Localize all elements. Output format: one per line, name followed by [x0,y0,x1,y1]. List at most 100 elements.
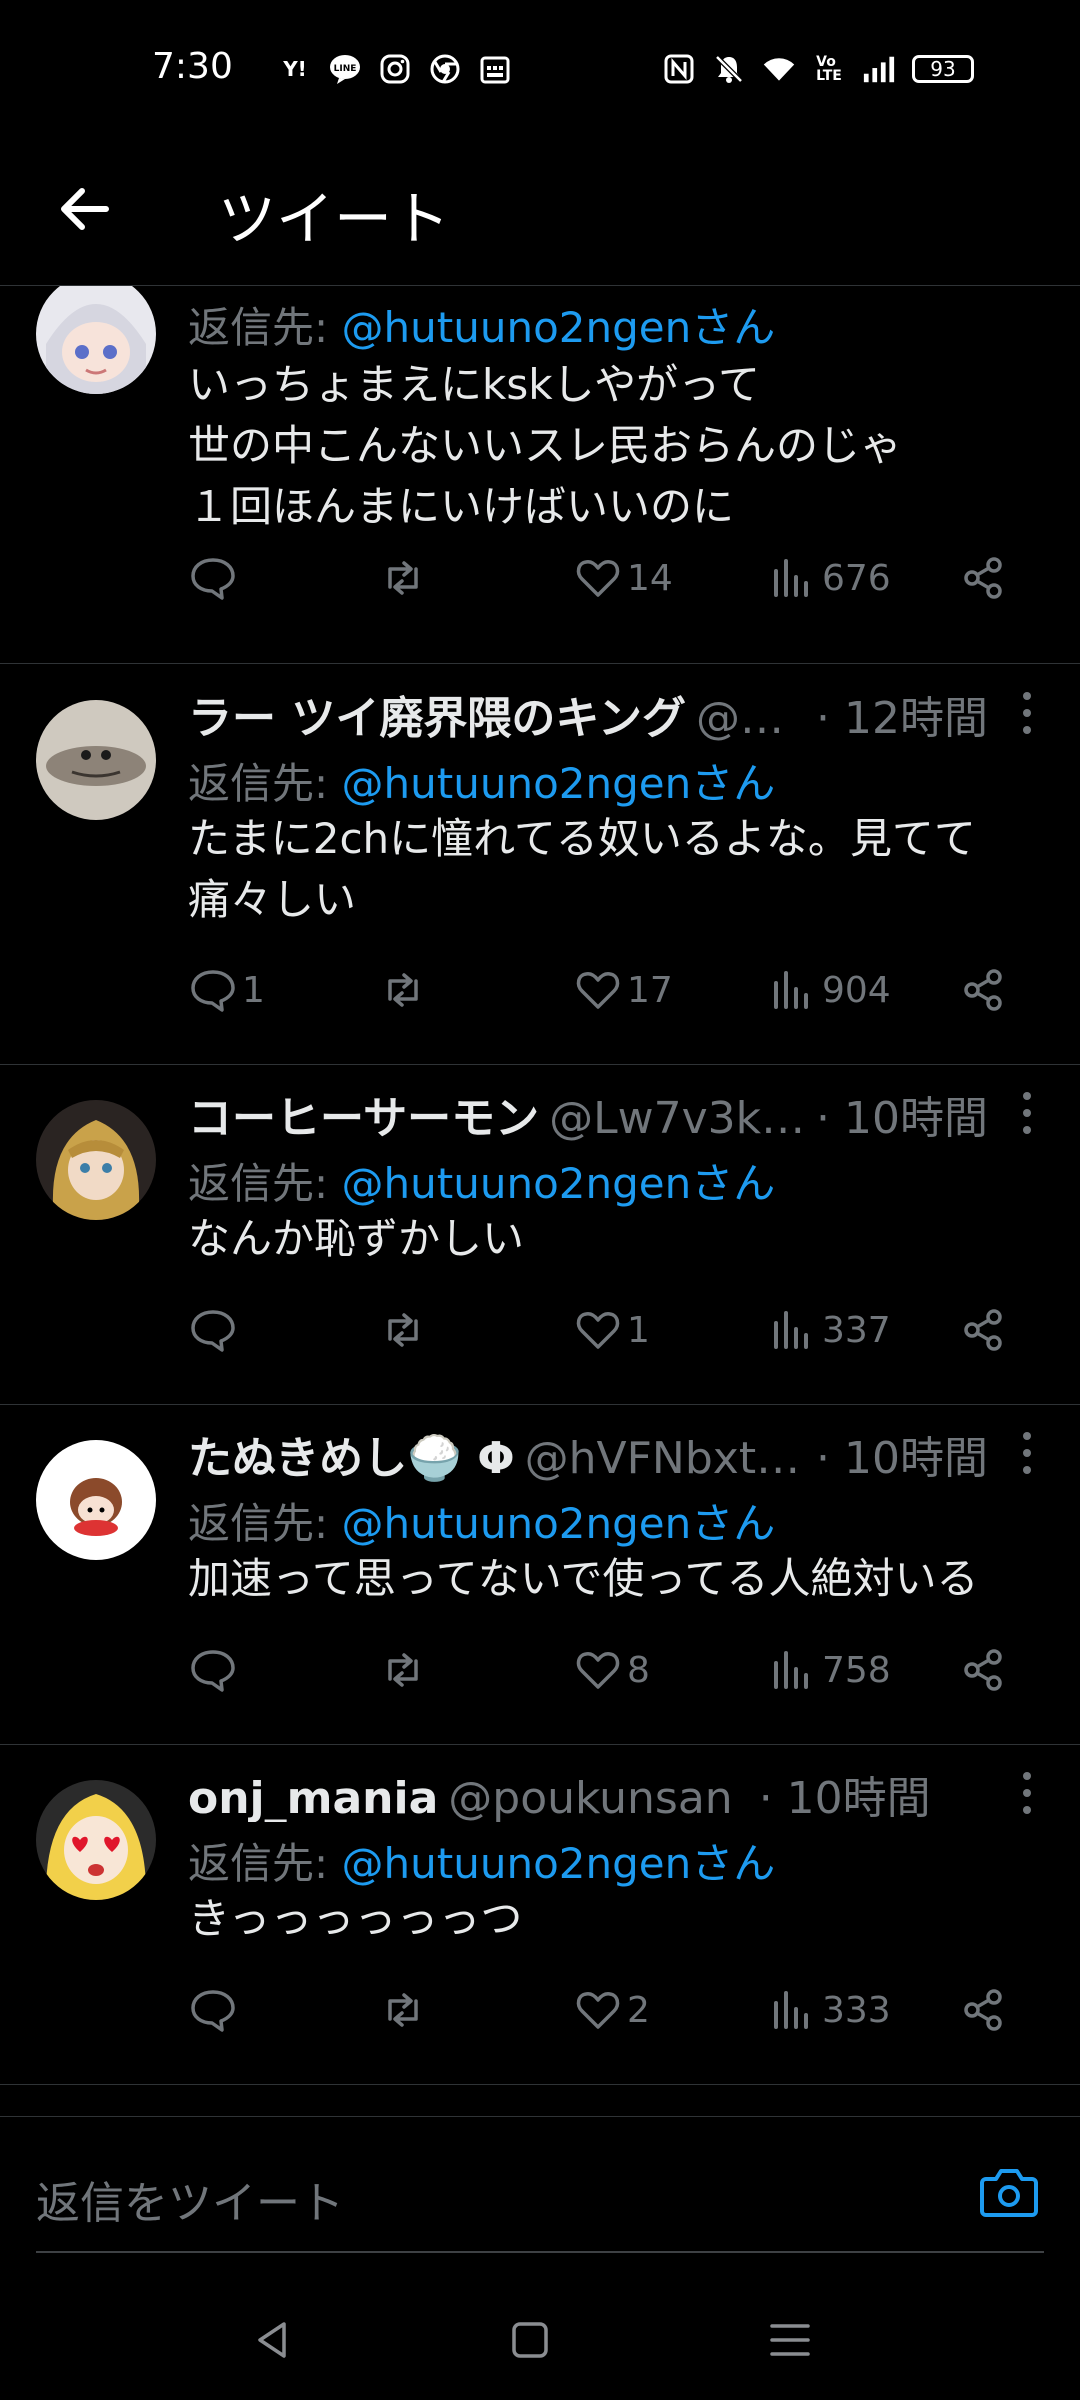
like-button[interactable]: 8 [573,1640,650,1700]
avatar[interactable] [36,286,156,394]
bar-chart-icon [774,1311,808,1349]
like-button[interactable]: 1 [573,1300,650,1360]
view-count: 676 [822,557,891,599]
nfc-icon [662,52,696,86]
reply-button[interactable] [188,1640,242,1700]
views-button[interactable]: 904 [768,960,891,1020]
reply-button[interactable] [188,548,242,608]
user-handle[interactable]: @Lw7v3k… [549,1093,805,1142]
like-count: 8 [627,1649,650,1691]
like-button[interactable]: 2 [573,1980,650,2040]
views-button[interactable]: 337 [768,1300,891,1360]
comment-icon [191,1990,235,2032]
tweet-text-line: たまに2chに憧れてる奴いるよな。見てて [188,814,976,863]
tweet-text-line: 痛々しい [188,875,357,924]
reply-button[interactable] [188,1980,242,2040]
camera-icon [980,2169,1038,2217]
display-name[interactable]: onj_mania [188,1773,438,1822]
avatar[interactable] [36,1100,156,1220]
reply-to-line: 返信先: @hutuuno2ngenさん [188,1490,775,1551]
share-button[interactable] [958,548,1008,608]
bar-chart-icon [774,559,808,597]
reply-prefix: 返信先: [188,303,342,352]
views-button[interactable]: 676 [768,548,891,608]
tweet-item[interactable]: コーヒーサーモン @Lw7v3k… · 10時間 返信先: @hutuuno2ng… [0,1064,1080,1405]
reply-input[interactable]: 返信をツイート [36,2167,344,2231]
reply-mention-link[interactable]: @hutuuno2ngenさん [342,1159,776,1208]
nav-back-button[interactable] [242,2310,302,2370]
tweet-item[interactable]: onj_mania @poukunsan · 10時間 返信先: @hutuuno… [0,1744,1080,2085]
reply-feed[interactable]: 返信先: @hutuuno2ngenさん いっちょまえにkskしやがって 世の中… [0,286,1080,2116]
views-button[interactable]: 333 [768,1980,891,2040]
user-handle[interactable]: @… [696,693,784,742]
share-button[interactable] [958,1980,1008,2040]
tweet-item[interactable]: 返信先: @hutuuno2ngenさん いっちょまえにkskしやがって 世の中… [0,286,1080,664]
view-count: 337 [822,1309,891,1351]
like-count: 2 [627,1989,650,2031]
display-name[interactable]: たぬきめし🍚 Φ [188,1433,515,1482]
back-button[interactable] [50,174,120,244]
arrow-left-icon [61,188,109,230]
share-button[interactable] [958,1640,1008,1700]
chrome-icon [428,52,462,86]
tweet-time: · 10時間 [758,1773,931,1822]
svg-text:LINE: LINE [334,64,357,74]
bar-chart-icon [774,1651,808,1689]
retweet-button[interactable] [378,960,428,1020]
more-options-icon[interactable] [1012,688,1042,738]
retweet-icon [388,1653,418,1687]
reply-mention-link[interactable]: @hutuuno2ngenさん [342,1839,776,1888]
reply-mention-link[interactable]: @hutuuno2ngenさん [342,303,776,352]
reply-mention-link[interactable]: @hutuuno2ngenさん [342,759,776,808]
user-handle[interactable]: @poukunsan [448,1773,732,1822]
tweet-item[interactable]: たぬきめし🍚 Φ @hVFNbxt… · 10時間 返信先: @hutuuno2n… [0,1404,1080,1745]
reply-mention-link[interactable]: @hutuuno2ngenさん [342,1499,776,1548]
more-options-icon[interactable] [1012,1768,1042,1818]
views-button[interactable]: 758 [768,1640,891,1700]
camera-button[interactable] [978,2161,1040,2223]
calendar-icon [478,52,512,86]
more-options-icon[interactable] [1012,1428,1042,1478]
retweet-button[interactable] [378,1980,428,2040]
tweet-actions: 2 333 [188,1980,1028,2040]
like-count: 17 [627,969,673,1011]
tweet-header: コーヒーサーモン @Lw7v3k… · 10時間 [188,1082,988,1142]
heart-icon [576,560,620,597]
reply-button[interactable]: 1 [188,960,265,1020]
reply-button[interactable] [188,1300,242,1360]
share-icon [964,1989,1002,2031]
tweet-actions: 8 758 [188,1640,1028,1700]
system-icons: Vo LTE 93 [662,52,974,86]
tweet-item[interactable]: ラー ツイ廃界隈のキング @… · 12時間 返信先: @hutuuno2ngen… [0,664,1080,1065]
more-options-icon[interactable] [1012,1088,1042,1138]
tweet-actions: 1 337 [188,1300,1028,1360]
page-title: ツイート [218,185,451,253]
avatar[interactable] [36,1780,156,1900]
nav-home-button[interactable] [500,2310,560,2370]
avatar[interactable] [36,700,156,820]
bar-chart-icon [774,971,808,1009]
share-button[interactable] [958,960,1008,1020]
retweet-button[interactable] [378,548,428,608]
comment-icon [191,1650,235,1692]
view-count: 904 [822,969,891,1011]
reply-to-line: 返信先: @hutuuno2ngenさん [188,1830,775,1891]
share-button[interactable] [958,1300,1008,1360]
nav-recents-button[interactable] [760,2310,820,2370]
tweet-text-line: １回ほんまにいけばいいのに [188,482,735,531]
retweet-icon [388,561,418,595]
display-name[interactable]: ラー ツイ廃界隈のキング [188,693,686,742]
retweet-button[interactable] [378,1640,428,1700]
like-button[interactable]: 14 [573,548,673,608]
avatar[interactable] [36,1440,156,1560]
user-handle[interactable]: @hVFNbxt… [525,1433,800,1482]
tweet-text-line: 加速って思ってないで使ってる人絶対いる [188,1554,979,1603]
retweet-button[interactable] [378,1300,428,1360]
reply-count: 1 [242,969,265,1011]
tweet-time: · 10時間 [806,1082,988,1142]
like-button[interactable]: 17 [573,960,673,1020]
view-count: 758 [822,1649,891,1691]
reply-prefix: 返信先: [188,759,342,808]
display-name[interactable]: コーヒーサーモン [188,1093,539,1142]
status-bar: 7:30 Y! LINE Vo LTE 93 [0,0,1080,140]
